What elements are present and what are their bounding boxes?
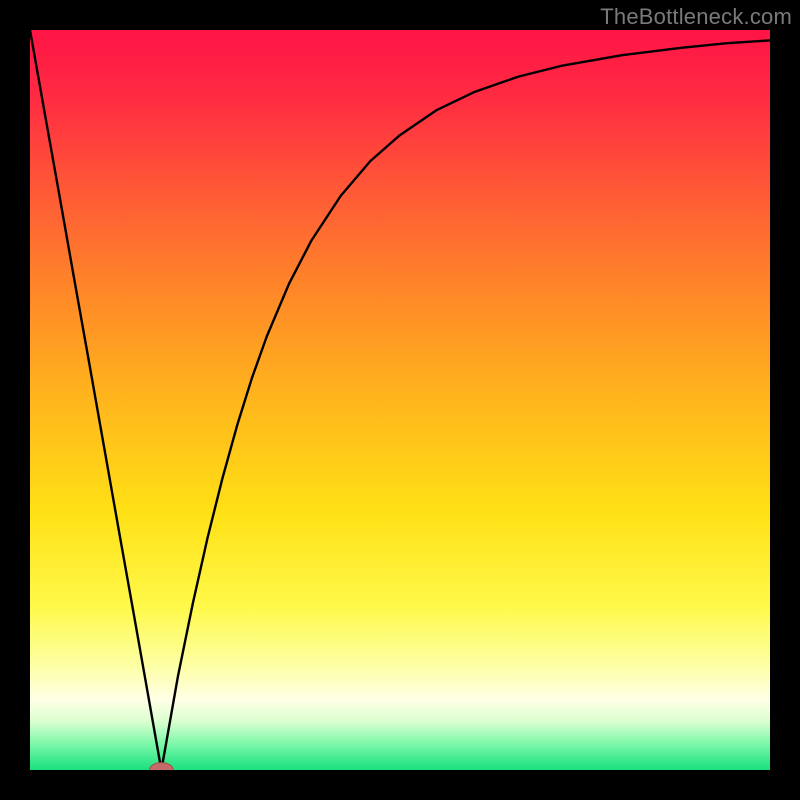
watermark-text: TheBottleneck.com bbox=[600, 4, 792, 30]
chart-frame: TheBottleneck.com bbox=[0, 0, 800, 800]
bottleneck-chart bbox=[30, 30, 770, 770]
